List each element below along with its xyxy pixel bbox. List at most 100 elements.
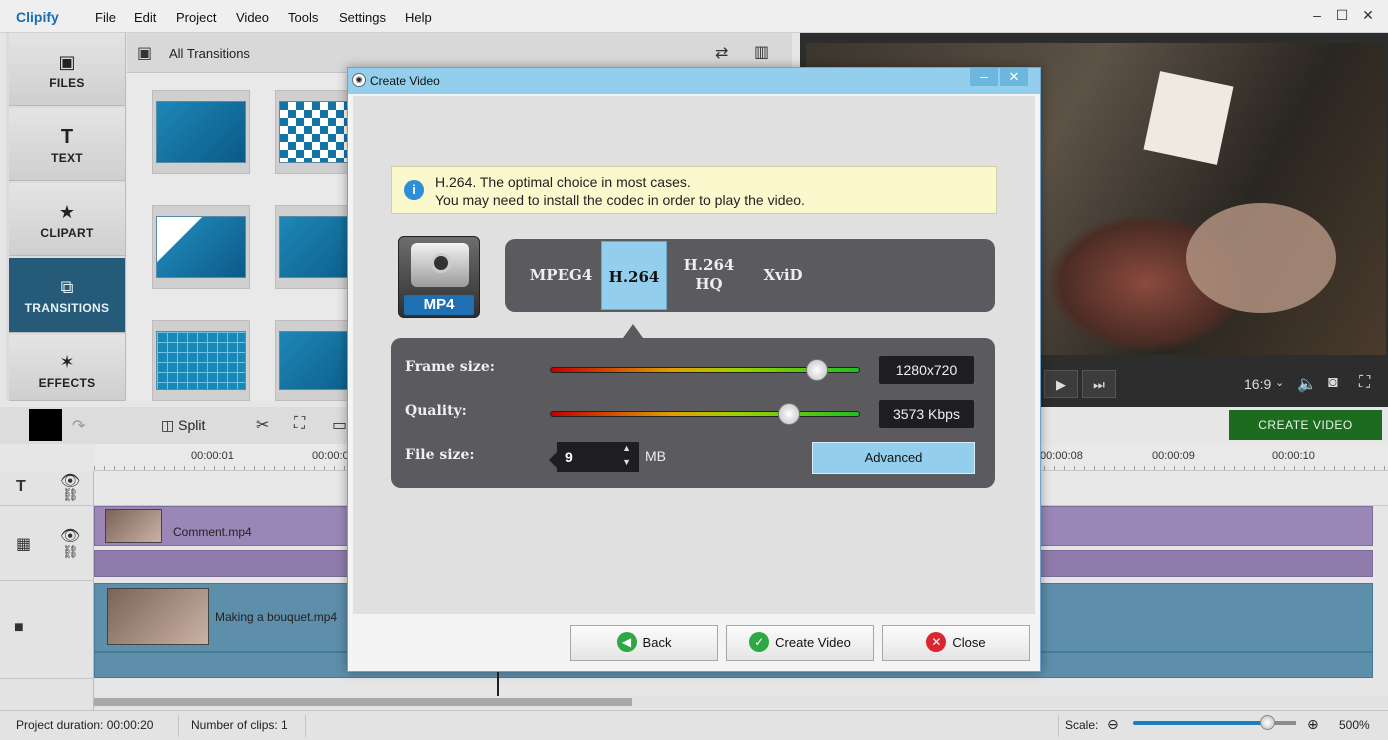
dialog-create-video-button[interactable]: ✓ Create Video — [726, 625, 874, 661]
text-icon: T — [60, 126, 74, 148]
volume-icon[interactable]: 🔈 — [1297, 374, 1317, 394]
info-text-line1: H.264. The optimal choice in most cases. — [435, 174, 691, 190]
frame-icon[interactable]: ▭ — [332, 415, 347, 435]
ruler-tick: 00:00:08 — [1040, 450, 1083, 462]
format-selector: MPEG4 H.264 H.264 HQ XviD — [505, 239, 995, 312]
close-icon[interactable]: ✕ — [1000, 68, 1028, 86]
stepper-up-icon[interactable]: ▲ — [622, 442, 631, 455]
quality-label: Quality: — [405, 403, 467, 419]
menu-file[interactable]: File — [95, 10, 116, 25]
scale-value: 500% — [1339, 718, 1370, 732]
fullscreen-icon[interactable]: ⛶ — [1359, 374, 1370, 392]
split-button[interactable]: ◫ Split — [161, 417, 205, 434]
minimize-icon[interactable]: – — [1309, 7, 1325, 23]
back-button[interactable]: ◀ Back — [570, 625, 718, 661]
menu-edit[interactable]: Edit — [134, 10, 156, 25]
quality-slider[interactable] — [550, 411, 860, 417]
sidebar-item-transitions[interactable]: ⧉ TRANSITIONS — [9, 258, 125, 333]
clip-thumbnail — [105, 509, 162, 543]
zoom-in-icon[interactable]: ⊕ — [1307, 716, 1319, 733]
frame-size-value[interactable]: 1280x720 — [879, 356, 974, 384]
clip-count: Number of clips: 1 — [191, 718, 288, 732]
format-option-h264-hq[interactable]: H.264 HQ — [675, 239, 743, 312]
close-label: Close — [952, 635, 986, 650]
aspect-ratio-select[interactable]: 16:9 — [1244, 376, 1271, 392]
menu-video[interactable]: Video — [236, 10, 269, 25]
color-swatch[interactable] — [29, 409, 62, 441]
camera-icon[interactable]: ◙ — [1328, 374, 1338, 392]
magic-wand-icon: ✶ — [59, 352, 75, 372]
chevron-down-icon[interactable]: ⌄ — [1275, 376, 1284, 389]
sidebar-item-label: CLIPART — [40, 226, 94, 240]
split-label: Split — [178, 417, 206, 433]
info-icon: i — [404, 180, 424, 200]
transitions-icon: ⧉ — [60, 277, 74, 297]
checkmark-icon: ✓ — [749, 632, 770, 653]
create-video-dialog: ✺ Create Video – ✕ i H.264. The optimal … — [347, 67, 1041, 672]
filmstrip-icon[interactable]: ▥ — [754, 42, 769, 62]
text-track-header: T 👁 ⛓ — [0, 471, 94, 506]
sidebar-item-files[interactable]: ▣ FILES — [9, 33, 125, 106]
minimize-icon[interactable]: – — [970, 68, 998, 86]
link-icon[interactable]: ⛓ — [62, 487, 79, 503]
shuffle-icon[interactable]: ⇄ — [715, 43, 728, 63]
clip-thumbnail — [107, 588, 209, 645]
advanced-button[interactable]: Advanced — [812, 442, 975, 474]
format-option-mpeg4[interactable]: MPEG4 — [525, 239, 597, 312]
ruler-tick: 00:00:0 — [312, 450, 349, 462]
settings-panel: Frame size: 1280x720 Quality: 3573 Kbps … — [391, 338, 995, 488]
transition-thumb[interactable] — [152, 90, 250, 174]
image-icon: ▣ — [58, 52, 76, 72]
crop-icon[interactable]: ⛶ — [294, 415, 305, 433]
video-track-header: ▦ 👁 ⛓ — [0, 506, 94, 581]
project-duration: Project duration: 00:00:20 — [16, 718, 154, 732]
sidebar-item-text[interactable]: T TEXT — [9, 108, 125, 181]
file-size-input[interactable]: 9 ▲ ▼ — [557, 442, 639, 472]
clip-label: Comment.mp4 — [173, 525, 252, 539]
sidebar-item-label: TEXT — [51, 151, 83, 165]
redo-icon[interactable]: ↷ — [72, 416, 85, 436]
ruler-tick: 00:00:09 — [1152, 450, 1195, 462]
dialog-body: i H.264. The optimal choice in most case… — [353, 96, 1035, 614]
text-icon: T — [16, 478, 26, 495]
transitions-title: All Transitions — [169, 46, 250, 61]
scrollbar-thumb[interactable] — [94, 698, 632, 706]
split-icon: ◫ — [161, 417, 175, 433]
transition-thumb[interactable] — [152, 320, 250, 401]
dialog-close-button[interactable]: ✕ Close — [882, 625, 1030, 661]
dialog-titlebar: ✺ Create Video – ✕ — [348, 68, 1040, 94]
eye-icon[interactable]: 👁 — [60, 526, 80, 546]
info-box: i H.264. The optimal choice in most case… — [391, 166, 997, 214]
create-video-button[interactable]: CREATE VIDEO — [1229, 410, 1382, 440]
star-icon: ★ — [58, 202, 76, 222]
file-size-label: File size: — [405, 447, 475, 463]
menu-help[interactable]: Help — [405, 10, 432, 25]
film-icon: ▣ — [137, 45, 153, 62]
scale-label: Scale: — [1065, 718, 1099, 732]
play-icon[interactable]: ▶ — [1044, 370, 1078, 398]
scissors-icon[interactable]: ✂ — [256, 415, 269, 435]
close-icon[interactable]: ✕ — [1360, 7, 1376, 23]
zoom-out-icon[interactable]: ⊖ — [1107, 716, 1119, 733]
menu-settings[interactable]: Settings — [339, 10, 386, 25]
menu-project[interactable]: Project — [176, 10, 216, 25]
quality-slider-knob[interactable] — [777, 403, 800, 425]
transition-thumb[interactable] — [152, 205, 250, 289]
filmstrip-icon: ▦ — [16, 536, 32, 553]
file-size-unit: MB — [645, 448, 666, 464]
format-option-xvid[interactable]: XviD — [753, 239, 813, 312]
app-logo: Clipify — [16, 9, 59, 25]
quality-value[interactable]: 3573 Kbps — [879, 400, 974, 428]
menu-tools[interactable]: Tools — [288, 10, 318, 25]
stepper-down-icon[interactable]: ▼ — [622, 456, 631, 469]
link-icon[interactable]: ⛓ — [62, 544, 79, 560]
skip-end-icon[interactable]: ⏭ — [1082, 370, 1116, 398]
format-option-h264[interactable]: H.264 — [601, 241, 667, 310]
sidebar-item-effects[interactable]: ✶ EFFECTS — [9, 335, 125, 401]
frame-size-slider-knob[interactable] — [805, 359, 828, 381]
sidebar-item-clipart[interactable]: ★ CLIPART — [9, 183, 125, 256]
scale-slider-knob[interactable] — [1259, 715, 1275, 730]
maximize-icon[interactable]: ☐ — [1334, 7, 1350, 23]
close-icon: ✕ — [926, 632, 947, 653]
film-reel-icon: ✺ — [352, 73, 366, 87]
